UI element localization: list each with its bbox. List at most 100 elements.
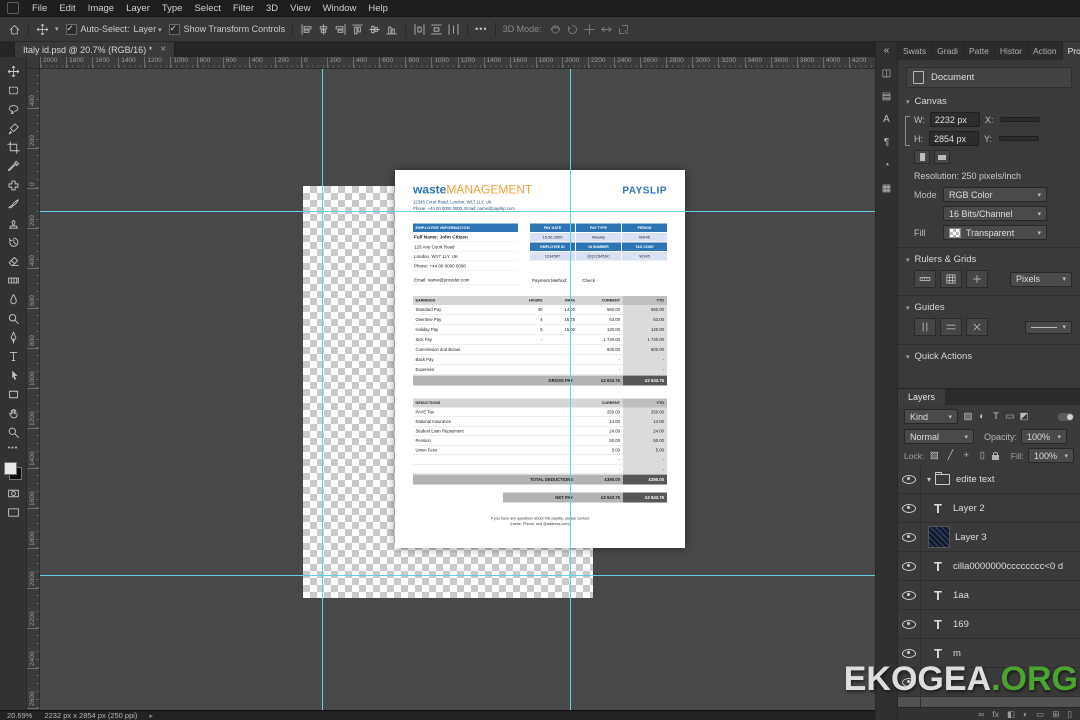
toggle-grid-button[interactable] [940, 270, 962, 288]
opacity-dropdown[interactable]: 100% [1021, 429, 1068, 444]
rulers-grids-section-header[interactable]: Rulers & Grids [898, 247, 1080, 268]
character-panel-icon[interactable]: A [883, 115, 890, 125]
distribute-horizontal-button[interactable] [413, 23, 426, 36]
visibility-toggle[interactable] [898, 523, 921, 551]
visibility-toggle[interactable] [898, 494, 921, 522]
collapse-panels-icon[interactable]: « [884, 46, 890, 56]
layer-filter-switch[interactable] [1058, 412, 1074, 421]
color-mode-dropdown[interactable]: RGB Color [943, 187, 1047, 202]
distribute-spacing-button[interactable] [447, 23, 460, 36]
guide-columns-button[interactable] [914, 318, 936, 336]
clone-stamp-tool[interactable] [1, 214, 25, 233]
history-brush-tool[interactable] [1, 233, 25, 252]
menu-help[interactable]: Help [362, 3, 394, 14]
panel-tab-patte[interactable]: Patte [964, 42, 995, 60]
layer-row[interactable]: T 1aa [898, 581, 1080, 610]
align-top-edges-button[interactable] [351, 23, 364, 36]
canvas-y-field[interactable] [999, 136, 1039, 141]
eraser-tool[interactable] [1, 252, 25, 271]
lock-image-icon[interactable]: ╱ [944, 450, 956, 461]
crop-tool[interactable] [1, 138, 25, 157]
horizontal-guide[interactable] [40, 575, 875, 576]
quick-actions-section-header[interactable]: Quick Actions [898, 344, 1080, 365]
canvas[interactable]: wasteMANAGEMENT 12345 Court Road, London… [40, 69, 875, 710]
rectangle-tool[interactable] [1, 385, 25, 404]
menu-edit[interactable]: Edit [53, 3, 81, 14]
filter-type-layers-icon[interactable]: T [990, 411, 1002, 422]
zoom-tool[interactable] [1, 423, 25, 442]
artboards-panel-icon[interactable]: ◫ [882, 69, 891, 79]
toggle-snap-button[interactable] [966, 270, 988, 288]
home-icon[interactable] [8, 23, 21, 36]
type-tool[interactable] [1, 347, 25, 366]
visibility-toggle[interactable] [898, 610, 921, 638]
auto-select-option[interactable]: Auto-Select: Layer [65, 23, 162, 35]
menu-file[interactable]: File [26, 3, 53, 14]
align-right-edges-button[interactable] [334, 23, 347, 36]
spot-healing-brush-tool[interactable] [1, 176, 25, 195]
menu-image[interactable]: Image [82, 3, 120, 14]
document-tab[interactable]: Italy id.psd @ 20.7% (RGB/16) * × [14, 42, 176, 57]
edit-toolbar-button[interactable]: ••• [8, 445, 18, 452]
3d-drag-button[interactable] [583, 23, 596, 36]
filter-adjustment-layers-icon[interactable]: ◐ [976, 411, 988, 422]
path-selection-tool[interactable] [1, 366, 25, 385]
lock-artboard-icon[interactable]: ▯ [976, 450, 988, 461]
landscape-orientation-button[interactable] [934, 150, 950, 164]
gradient-tool[interactable] [1, 271, 25, 290]
canvas-height-field[interactable]: 2854 px [929, 131, 979, 146]
vertical-ruler[interactable]: 400 200 0 200 400 600 800 1000 1200 1400 1600 1800 2… [27, 69, 40, 710]
fill-dropdown[interactable]: 100% [1028, 448, 1074, 463]
layer-row[interactable]: T Layer 2 [898, 494, 1080, 523]
show-transform-checkbox[interactable] [168, 23, 180, 35]
vertical-guide[interactable] [570, 69, 571, 710]
align-horizontal-centers-button[interactable] [317, 23, 330, 36]
hand-tool[interactable] [1, 404, 25, 423]
more-options-button[interactable]: ••• [475, 24, 487, 34]
status-expand-icon[interactable] [149, 711, 153, 720]
layers-tab[interactable]: Layers [898, 389, 946, 405]
canvas-section-header[interactable]: Canvas [898, 92, 1080, 110]
3d-scale-button[interactable] [617, 23, 630, 36]
3d-orbit-button[interactable] [549, 23, 562, 36]
glyphs-panel-icon[interactable]: ◔ [883, 161, 889, 171]
move-tool[interactable] [1, 62, 25, 81]
adjustments-panel-icon[interactable]: ▦ [882, 184, 891, 194]
bit-depth-dropdown[interactable]: 16 Bits/Channel [943, 206, 1047, 221]
portrait-orientation-button[interactable] [914, 150, 930, 164]
clear-guides-button[interactable] [966, 318, 988, 336]
quick-mask-button[interactable] [1, 484, 25, 503]
align-bottom-edges-button[interactable] [385, 23, 398, 36]
close-tab-icon[interactable]: × [160, 44, 166, 55]
quick-selection-tool[interactable] [1, 119, 25, 138]
layer-row[interactable]: Tcilla0000000cccccccc<0 d [898, 552, 1080, 581]
panel-tab-gradi[interactable]: Gradi [932, 42, 964, 60]
guides-section-header[interactable]: Guides [898, 295, 1080, 316]
panel-tab-histor[interactable]: Histor [995, 42, 1029, 60]
filter-shape-layers-icon[interactable]: ▭ [1004, 411, 1016, 422]
ruler-origin-box[interactable] [27, 57, 40, 69]
dodge-tool[interactable] [1, 309, 25, 328]
menu-select[interactable]: Select [188, 3, 226, 14]
menu-view[interactable]: View [284, 3, 316, 14]
menu-window[interactable]: Window [317, 3, 363, 14]
zoom-level[interactable]: 20.69% [7, 711, 32, 720]
toggle-rulers-button[interactable] [914, 270, 936, 288]
3d-slide-button[interactable] [600, 23, 613, 36]
rectangular-marquee-tool[interactable] [1, 81, 25, 100]
canvas-x-field[interactable] [999, 117, 1040, 122]
paragraph-panel-icon[interactable]: ¶ [884, 138, 889, 148]
document-type-row[interactable]: Document [906, 67, 1072, 88]
visibility-toggle[interactable] [898, 465, 921, 493]
canvas-width-field[interactable]: 2232 px [929, 112, 980, 127]
layer-row[interactable]: edite text [898, 465, 1080, 494]
screen-mode-button[interactable] [1, 503, 25, 522]
distribute-vertical-button[interactable] [430, 23, 443, 36]
panel-tab-properties[interactable]: Properties [1062, 42, 1080, 60]
menu-layer[interactable]: Layer [120, 3, 156, 14]
visibility-toggle[interactable] [898, 552, 921, 580]
blend-mode-dropdown[interactable]: Normal [904, 429, 974, 444]
layer-filter-kind-dropdown[interactable]: Kind [904, 409, 958, 424]
horizontal-ruler[interactable]: 2000 1800 1600 1400 1200 1000 800 600 400 200 0 200… [40, 57, 875, 69]
brush-tool[interactable] [1, 195, 25, 214]
